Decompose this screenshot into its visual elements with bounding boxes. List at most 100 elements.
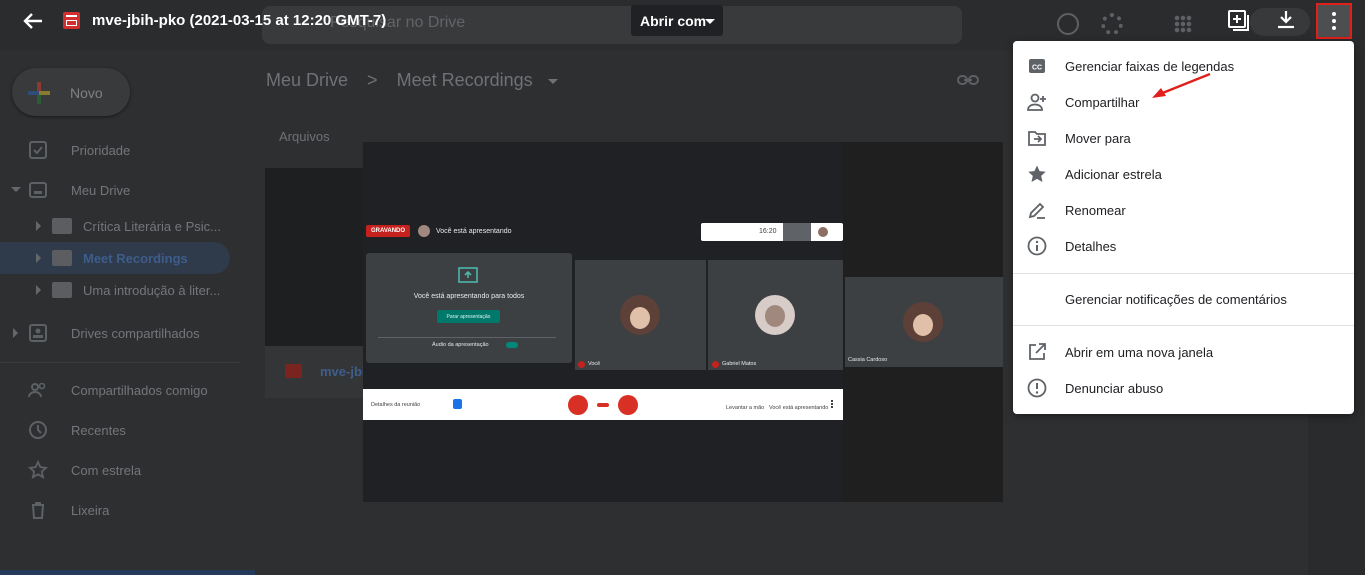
menu-item-label: Gerenciar notificações de comentários xyxy=(1065,292,1287,307)
storage-bar xyxy=(0,570,255,575)
presenting-button-label: Você está apresentando xyxy=(769,405,829,411)
shield-icon xyxy=(453,399,462,409)
folder-label: Uma introdução à liter... xyxy=(83,283,221,298)
folder-label: Meet Recordings xyxy=(83,251,188,266)
mic-off-button xyxy=(568,395,588,415)
mic-off-icon xyxy=(578,361,585,368)
presenting-status: Você está apresentando xyxy=(436,228,512,235)
new-button-label: Novo xyxy=(70,85,103,101)
menu-item-report-abuse[interactable]: Denunciar abuso xyxy=(1013,370,1354,406)
closed-captions-icon: CC xyxy=(1029,59,1045,73)
drive-icon xyxy=(29,182,47,198)
folder-item[interactable]: Uma introdução à liter... xyxy=(0,274,230,306)
participant-tile: Você xyxy=(575,260,706,370)
menu-item-move[interactable]: Mover para xyxy=(1013,120,1354,156)
sidebar-item-recent[interactable]: Recentes xyxy=(0,410,240,450)
file-title: mve-jbih-pko (2021-03-15 at 12:20 GMT-7) xyxy=(92,12,387,29)
chevron-down-icon[interactable] xyxy=(547,78,558,84)
shared-drive-icon xyxy=(29,324,47,342)
sidebar-item-shared-with-me[interactable]: Compartilhados comigo xyxy=(0,370,240,410)
sidebar-item-my-drive[interactable]: Meu Drive xyxy=(0,170,240,210)
breadcrumb-root[interactable]: Meu Drive xyxy=(266,70,348,90)
people-icon xyxy=(28,382,46,398)
meeting-details-label: Detalhes da reunião xyxy=(371,402,421,408)
sidebar-item-trash[interactable]: Lixeira xyxy=(0,490,240,530)
sidebar-item-label: Lixeira xyxy=(71,502,110,518)
meeting-clock: 16:20 xyxy=(759,228,777,235)
folder-item[interactable]: Crítica Literária e Psic... xyxy=(0,210,230,242)
expand-caret-icon xyxy=(13,328,18,338)
shared-folder-icon xyxy=(52,218,72,234)
menu-item-star[interactable]: Adicionar estrela xyxy=(1013,156,1354,192)
open-with-button[interactable]: Abrir com xyxy=(631,5,723,36)
folder-icon xyxy=(52,282,72,298)
pencil-icon xyxy=(1028,202,1045,219)
hang-up-icon xyxy=(597,403,609,407)
svg-text:CC: CC xyxy=(1032,65,1042,72)
avatar xyxy=(755,295,795,335)
sidebar-item-starred[interactable]: Com estrela xyxy=(0,450,240,490)
avatar xyxy=(620,295,660,335)
clock-icon xyxy=(29,421,47,439)
stop-presenting-label: Parar apresentação xyxy=(446,313,491,320)
mic-off-icon xyxy=(712,361,719,368)
menu-item-label: Compartilhar xyxy=(1065,95,1140,110)
link-icon[interactable] xyxy=(957,72,979,88)
sidebar-item-priority[interactable]: Prioridade xyxy=(0,130,240,170)
add-to-drive-icon[interactable] xyxy=(1226,8,1250,32)
participant-name: Gabriel Matos xyxy=(722,361,757,367)
dropdown-arrow-icon xyxy=(705,19,715,24)
menu-item-open-new-window[interactable]: Abrir em uma nova janela xyxy=(1013,334,1354,370)
star-outline-icon xyxy=(28,460,48,479)
open-with-label: Abrir com xyxy=(640,12,707,29)
panel-divider xyxy=(378,337,556,338)
recording-badge-label: GRAVANDO xyxy=(370,228,406,234)
sidebar-item-label: Prioridade xyxy=(71,142,131,158)
star-icon xyxy=(1028,165,1046,182)
menu-item-label: Detalhes xyxy=(1065,239,1117,254)
camera-off-button xyxy=(618,395,638,415)
expand-caret-icon xyxy=(11,187,21,192)
avatar xyxy=(818,227,828,237)
breadcrumb: Meu Drive > Meet Recordings xyxy=(266,70,558,91)
participant-tile: Cassia Cardoso xyxy=(845,277,1003,367)
sidebar-item-label: Recentes xyxy=(71,422,126,438)
menu-item-comment-notifications[interactable]: Gerenciar notificações de comentários xyxy=(1013,281,1354,317)
sidebar-item-label: Meu Drive xyxy=(71,182,131,198)
raise-hand-label: Levantar a mão xyxy=(726,405,765,411)
settings-icon[interactable] xyxy=(1101,13,1123,35)
presentation-thumb xyxy=(783,223,811,241)
download-icon[interactable] xyxy=(1274,8,1298,32)
breadcrumb-separator: > xyxy=(367,70,378,90)
sidebar-item-label: Com estrela xyxy=(71,462,142,478)
participant-name: Você xyxy=(588,361,601,367)
trash-icon xyxy=(32,502,44,519)
avatar xyxy=(903,302,943,342)
expand-caret-icon xyxy=(36,253,41,263)
folder-icon xyxy=(52,250,72,266)
menu-item-label: Adicionar estrela xyxy=(1065,167,1162,182)
menu-item-label: Abrir em uma nova janela xyxy=(1065,345,1214,360)
sidebar-item-shared-drives[interactable]: Drives compartilhados xyxy=(0,313,240,353)
video-file-icon xyxy=(285,364,302,378)
sidebar-item-label: Drives compartilhados xyxy=(71,325,200,341)
apps-grid-icon[interactable] xyxy=(1174,15,1192,33)
more-vert-icon xyxy=(1332,12,1336,30)
menu-divider xyxy=(1013,325,1354,326)
presentation-audio-label: Áudio da apresentação xyxy=(432,342,489,348)
files-section-label: Arquivos xyxy=(279,129,330,144)
breadcrumb-current[interactable]: Meet Recordings xyxy=(397,70,533,90)
more-vert-icon xyxy=(831,400,833,408)
menu-item-details[interactable]: Detalhes xyxy=(1013,228,1354,264)
menu-item-label: Denunciar abuso xyxy=(1065,381,1164,396)
more-actions-button[interactable] xyxy=(1316,3,1352,39)
folder-item-meet-recordings[interactable]: Meet Recordings xyxy=(0,242,230,274)
presenting-message: Você está apresentando para todos xyxy=(413,293,525,300)
back-arrow-icon[interactable] xyxy=(22,10,44,32)
open-new-window-icon xyxy=(1029,343,1046,360)
menu-item-label: Renomear xyxy=(1065,203,1126,218)
file-card-thumbnail[interactable] xyxy=(265,168,365,346)
menu-item-rename[interactable]: Renomear xyxy=(1013,192,1354,228)
help-icon[interactable] xyxy=(1057,13,1079,35)
presenter-avatar xyxy=(418,225,430,237)
